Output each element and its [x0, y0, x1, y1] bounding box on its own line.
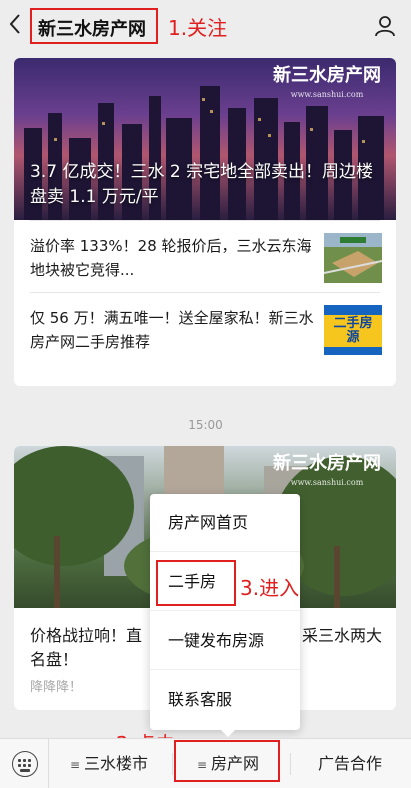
annotation-enter: 3.进入	[240, 576, 300, 600]
list-item-text: 仅 56 万！满五唯一！送全屋家私！新三水房产网二手房推荐	[30, 309, 314, 351]
tab-label: 广告合作	[317, 754, 382, 773]
account-title[interactable]: 新三水房产网	[38, 15, 146, 41]
aerial-land-thumbnail	[323, 233, 383, 283]
list-item[interactable]: 溢价率 133%！28 轮报价后，三水云东海地块被它竞得...	[30, 220, 383, 292]
tab-advertising[interactable]: 广告合作	[294, 739, 406, 788]
timestamp: 15:00	[188, 418, 223, 432]
secondhand-highlight-box	[156, 560, 236, 606]
watermark-url: www.sanshui.com	[290, 90, 364, 99]
menu-pointer	[220, 729, 236, 737]
watermark-logo: 新三水房产网 www.sanshui.com	[270, 452, 384, 487]
hero-article-1[interactable]: 新三水房产网 www.sanshui.com 3.7 亿成交！三水 2 宗宅地全…	[14, 58, 396, 220]
profile-person-icon[interactable]	[373, 14, 397, 38]
watermark-text: 新三水房产网	[273, 65, 381, 86]
article-card-1: 新三水房产网 www.sanshui.com 3.7 亿成交！三水 2 宗宅地全…	[14, 58, 396, 386]
keyboard-icon[interactable]	[12, 751, 38, 777]
watermark-text: 新三水房产网	[273, 453, 381, 474]
list-item-text: 溢价率 133%！28 轮报价后，三水云东海地块被它竞得...	[30, 237, 312, 279]
article-subtitle: 降降降！	[30, 680, 83, 695]
divider	[48, 739, 49, 788]
thumbnail-label: 二手房源	[333, 316, 373, 345]
hamburger-icon: ≡	[69, 758, 81, 772]
tab-label: 三水楼市	[84, 754, 149, 773]
tab-sanshui-market[interactable]: ≡ 三水楼市	[50, 739, 168, 788]
back-chevron-icon[interactable]	[8, 12, 30, 40]
menu-item-contact[interactable]: 联系客服	[150, 671, 300, 729]
list-item[interactable]: 仅 56 万！满五唯一！送全屋家私！新三水房产网二手房推荐 二手房源	[30, 292, 382, 364]
watermark-logo: 新三水房产网 www.sanshui.com	[270, 64, 384, 99]
menu-item-home[interactable]: 房产网首页	[150, 494, 300, 552]
popup-menu: 房产网首页 二手房 一键发布房源 联系客服	[150, 494, 300, 730]
top-bar: 新三水房产网 1.关注	[0, 0, 411, 52]
divider	[172, 753, 173, 775]
hero-title: 3.7 亿成交！三水 2 宗宅地全部卖出！周边楼盘卖 1.1 万元/平	[30, 162, 374, 207]
menu-item-publish[interactable]: 一键发布房源	[150, 612, 300, 670]
divider	[290, 753, 291, 775]
watermark-url: www.sanshui.com	[290, 478, 364, 487]
annotation-follow: 1.关注	[168, 16, 228, 40]
secondhand-house-thumbnail: 二手房源	[324, 305, 382, 355]
fangchanwang-highlight-box	[174, 740, 280, 782]
